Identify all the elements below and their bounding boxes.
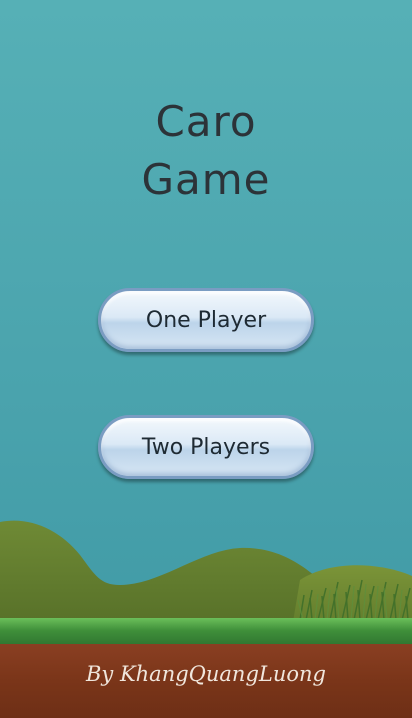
two-players-button[interactable]: Two Players — [98, 415, 314, 479]
two-players-label: Two Players — [141, 434, 271, 460]
game-title-line1: Caro — [155, 97, 257, 146]
one-player-label: One Player — [145, 307, 267, 333]
author-credit: By KhangQuangLuong — [86, 662, 326, 686]
game-title-line2: Game — [141, 155, 271, 204]
main-menu-screen: Caro Game One Player Two Players By Khan… — [0, 0, 412, 718]
one-player-button[interactable]: One Player — [98, 288, 314, 352]
grass-ground — [0, 618, 412, 646]
